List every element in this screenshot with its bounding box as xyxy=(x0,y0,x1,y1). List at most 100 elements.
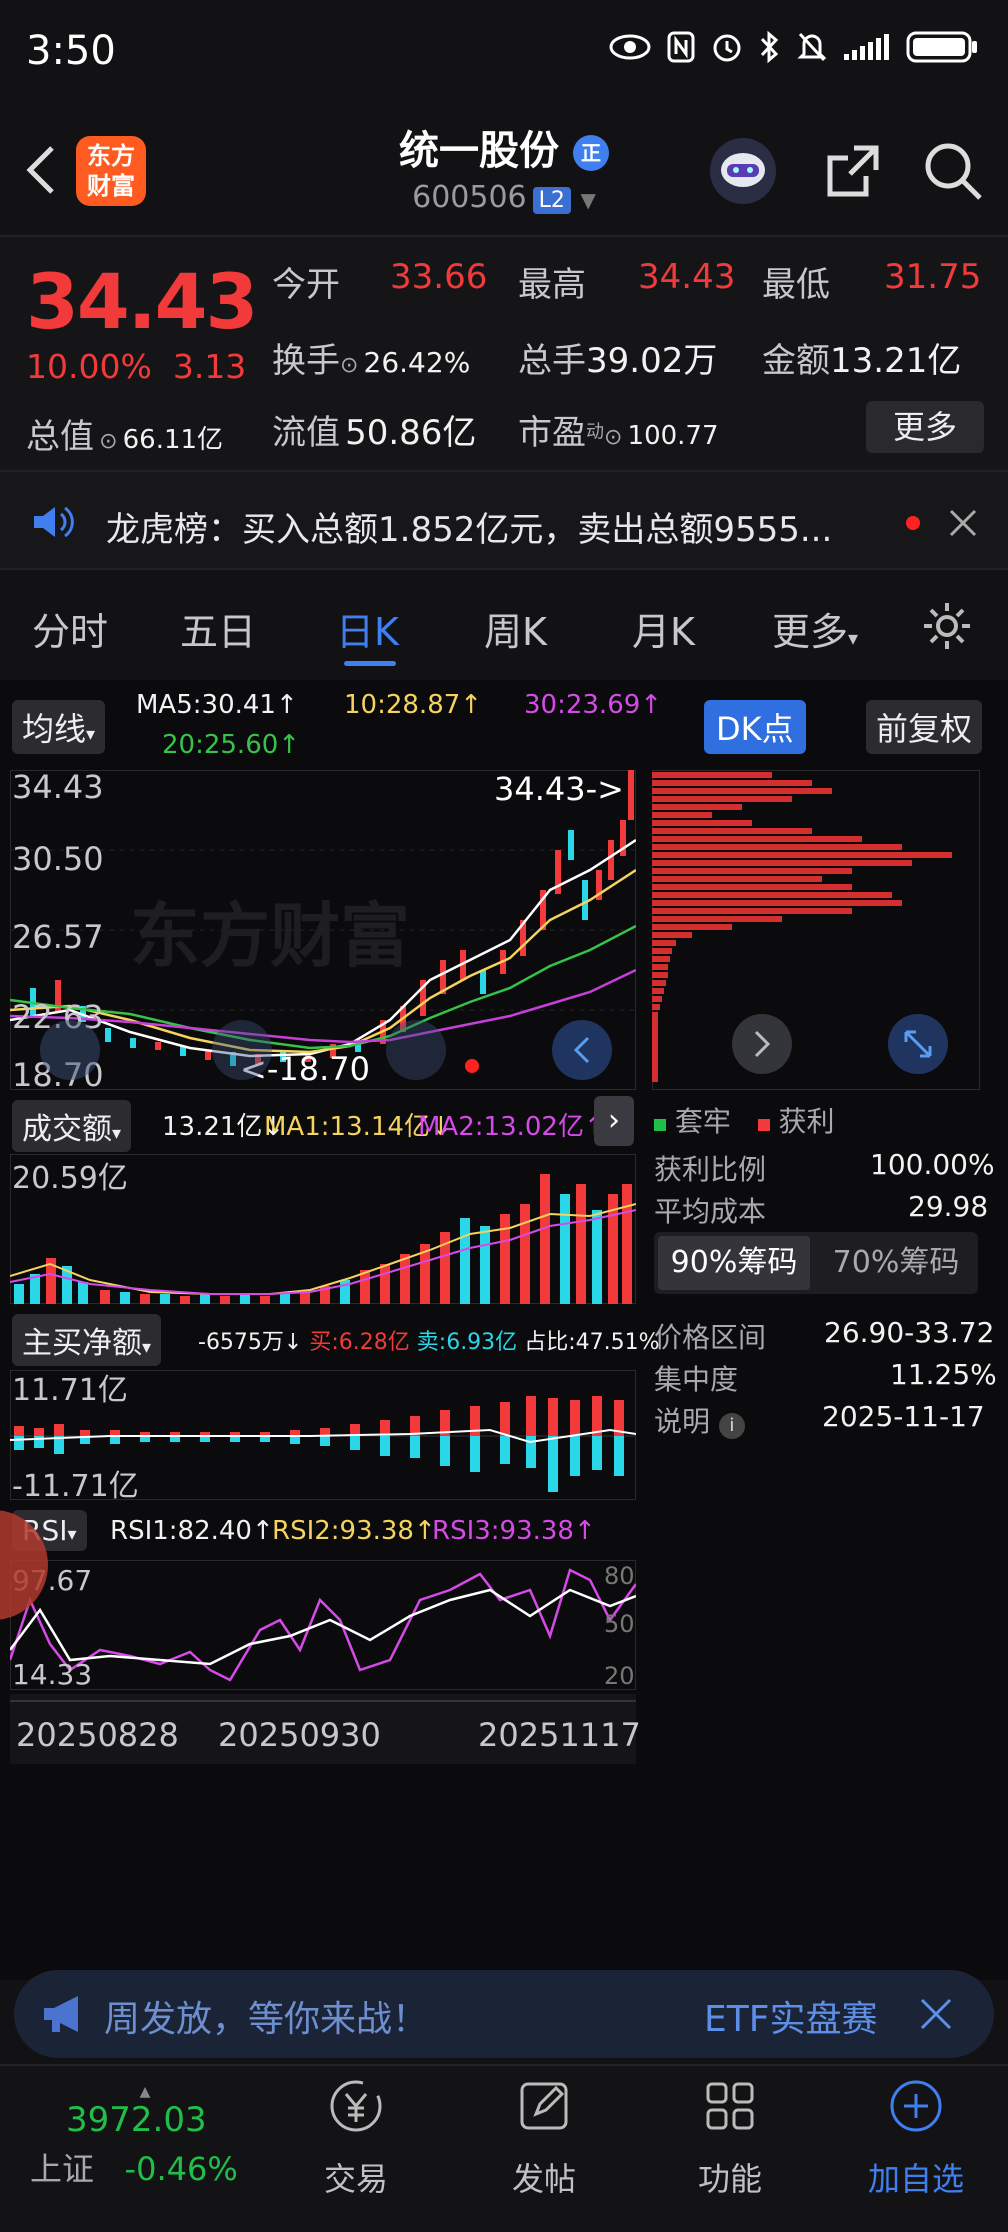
mktcap-value: 66.11亿 xyxy=(122,425,224,455)
y-label-2: 30.50 xyxy=(12,840,104,878)
signal-icon xyxy=(844,34,889,60)
ma-indicator-select[interactable]: 均线▾ xyxy=(12,700,106,754)
rsi2-value: RSI2:93.38↑ xyxy=(272,1516,436,1546)
trapped-legend-swatch xyxy=(654,1119,666,1131)
chip-row-value: 11.25% xyxy=(890,1358,997,1391)
tab-post[interactable]: 发帖 xyxy=(474,2076,614,2200)
banner-etf: ETF实盘赛 xyxy=(704,1999,878,2040)
chip-tab-90[interactable]: 90%筹码 xyxy=(658,1236,810,1290)
chevron-right-icon[interactable]: › xyxy=(594,1096,634,1146)
volume-indicator-select[interactable]: 成交额▾ xyxy=(12,1100,132,1152)
close-icon[interactable] xyxy=(948,508,978,538)
chevron-right-icon[interactable] xyxy=(732,1014,792,1074)
netbuy-indicator-label: 主买净额 xyxy=(22,1326,142,1361)
chip-explain-row[interactable]: 说明 i xyxy=(654,1400,745,1440)
grid-icon xyxy=(706,2082,754,2130)
change-pct: 10.00% xyxy=(26,347,152,386)
promo-banner[interactable]: 周发放，等你来战！ ETF实盘赛 xyxy=(14,1970,994,2058)
tab-functions[interactable]: 功能 xyxy=(660,2076,800,2200)
index-value: 3972.03 xyxy=(66,2100,207,2140)
stock-name: 统一股份 xyxy=(399,128,560,174)
rsi1-line xyxy=(10,1588,636,1666)
settings-gear-icon[interactable] xyxy=(920,599,974,653)
kline-chart[interactable]: 东方财富 34.43 30.50 26.57 22.63 34.43-> <-1… xyxy=(10,770,636,1090)
netbuy-indicator-select[interactable]: 主买净额▾ xyxy=(12,1314,162,1366)
speaker-icon xyxy=(34,506,74,538)
pe-row: 市盈动⊙ 100.77 xyxy=(518,405,719,454)
more-quote-button[interactable]: 更多 xyxy=(866,401,984,453)
tab-monthly-k[interactable]: 月K xyxy=(632,601,695,656)
signal-dot xyxy=(465,1059,479,1073)
robot-assistant-icon[interactable] xyxy=(708,136,778,206)
turnover-label: 换手 xyxy=(272,341,340,381)
rsi1-value: RSI1:82.40↑ xyxy=(110,1516,274,1546)
plus-circle-icon xyxy=(890,2080,942,2132)
chevron-down-icon: ▼ xyxy=(580,188,596,212)
caret-down-icon: ▾ xyxy=(67,1524,77,1545)
netbuy-chart[interactable]: 11.71亿 -11.71亿 xyxy=(10,1370,636,1500)
tab-five-day[interactable]: 五日 xyxy=(180,601,256,656)
info-icon: i xyxy=(718,1413,745,1439)
index-ticker[interactable]: ▲ 3972.03 上证 -0.46% xyxy=(30,2084,260,2190)
bottom-tab-bar: ▲ 3972.03 上证 -0.46% 交易 发帖 功能 加自选 xyxy=(0,2064,1008,2232)
megaphone-icon xyxy=(44,1996,78,2032)
index-name: 上证 xyxy=(30,2150,95,2188)
rsi-chart[interactable]: 97.67 14.33 80 50 20 xyxy=(10,1560,636,1690)
rsi-50-label: 50 xyxy=(604,1610,635,1638)
chip-tab-70[interactable]: 70%筹码 xyxy=(820,1236,972,1290)
index-change: -0.46% xyxy=(124,2150,238,2188)
open-label: 今开 xyxy=(272,265,340,305)
date-label-end: 20251117 xyxy=(478,1716,641,1754)
chip-tabs: 90%筹码 70%筹码 xyxy=(654,1232,978,1294)
level-badge: L2 xyxy=(532,187,571,214)
tab-post-label: 发帖 xyxy=(511,2160,576,2198)
notice-bar[interactable]: 龙虎榜：买入总额1.852亿元，卖出总额9555... xyxy=(0,470,1008,570)
y-label-3: 26.57 xyxy=(12,918,104,956)
unread-dot xyxy=(906,516,920,530)
tab-trade[interactable]: 交易 xyxy=(286,2076,426,2200)
date-axis-ticks xyxy=(10,1700,636,1710)
active-tab-underline xyxy=(344,661,396,666)
tab-add-watchlist[interactable]: 加自选 xyxy=(846,2076,986,2200)
tab-more[interactable]: 更多▾ xyxy=(772,601,858,656)
caret-down-icon: ▾ xyxy=(848,626,859,650)
scroll-left-button[interactable] xyxy=(40,1020,100,1080)
search-icon[interactable] xyxy=(918,136,988,206)
adjust-button[interactable]: 前复权 xyxy=(866,700,983,754)
rsi-80-label: 80 xyxy=(604,1562,635,1590)
netbuy-buy: 买:6.28亿 xyxy=(309,1330,410,1355)
amount-row: 金额13.21亿 xyxy=(762,333,961,382)
close-icon[interactable] xyxy=(918,1996,954,2032)
alarm-icon xyxy=(713,34,741,62)
volume-chart[interactable]: 20.59亿 xyxy=(10,1154,636,1304)
nfc-icon xyxy=(667,31,695,63)
status-bar: 3:50 xyxy=(0,0,1008,110)
share-icon[interactable] xyxy=(818,136,888,206)
caret-down-icon: ▾ xyxy=(86,724,96,745)
high-label: 最高 xyxy=(518,265,586,305)
chip-legend: 套牢 获利 xyxy=(654,1100,835,1140)
info-circle-icon: ⊙ xyxy=(604,425,623,450)
chevron-left-icon[interactable] xyxy=(552,1020,612,1080)
legend-trapped: 套牢 xyxy=(674,1105,731,1138)
status-icons xyxy=(608,30,980,64)
pe-label: 市盈 xyxy=(518,413,586,453)
rsi-bottom-label: 14.33 xyxy=(12,1658,92,1690)
tab-weekly-k[interactable]: 周K xyxy=(484,601,547,656)
tab-more-label: 更多 xyxy=(772,610,849,654)
stock-tag-badge: 正 xyxy=(572,135,609,171)
zoom-in-button[interactable] xyxy=(386,1020,446,1080)
chip-row-label: 价格区间 xyxy=(654,1321,767,1354)
low-label: 最低 xyxy=(762,265,830,305)
chip-explain-label: 说明 xyxy=(654,1405,711,1438)
mktcap-label: 总值 xyxy=(26,417,94,457)
tab-timeshare[interactable]: 分时 xyxy=(32,601,108,656)
tab-daily-k[interactable]: 日K xyxy=(336,601,399,656)
ma20-value: 20:25.60↑ xyxy=(162,730,301,760)
eye-icon xyxy=(609,34,651,60)
dk-point-button[interactable]: DK点 xyxy=(704,700,806,754)
turnover-row: 换手⊙ 26.42% xyxy=(272,333,470,382)
zoom-out-button[interactable] xyxy=(212,1020,272,1080)
ma30-line xyxy=(10,968,636,1044)
profit-legend-swatch xyxy=(757,1119,770,1131)
